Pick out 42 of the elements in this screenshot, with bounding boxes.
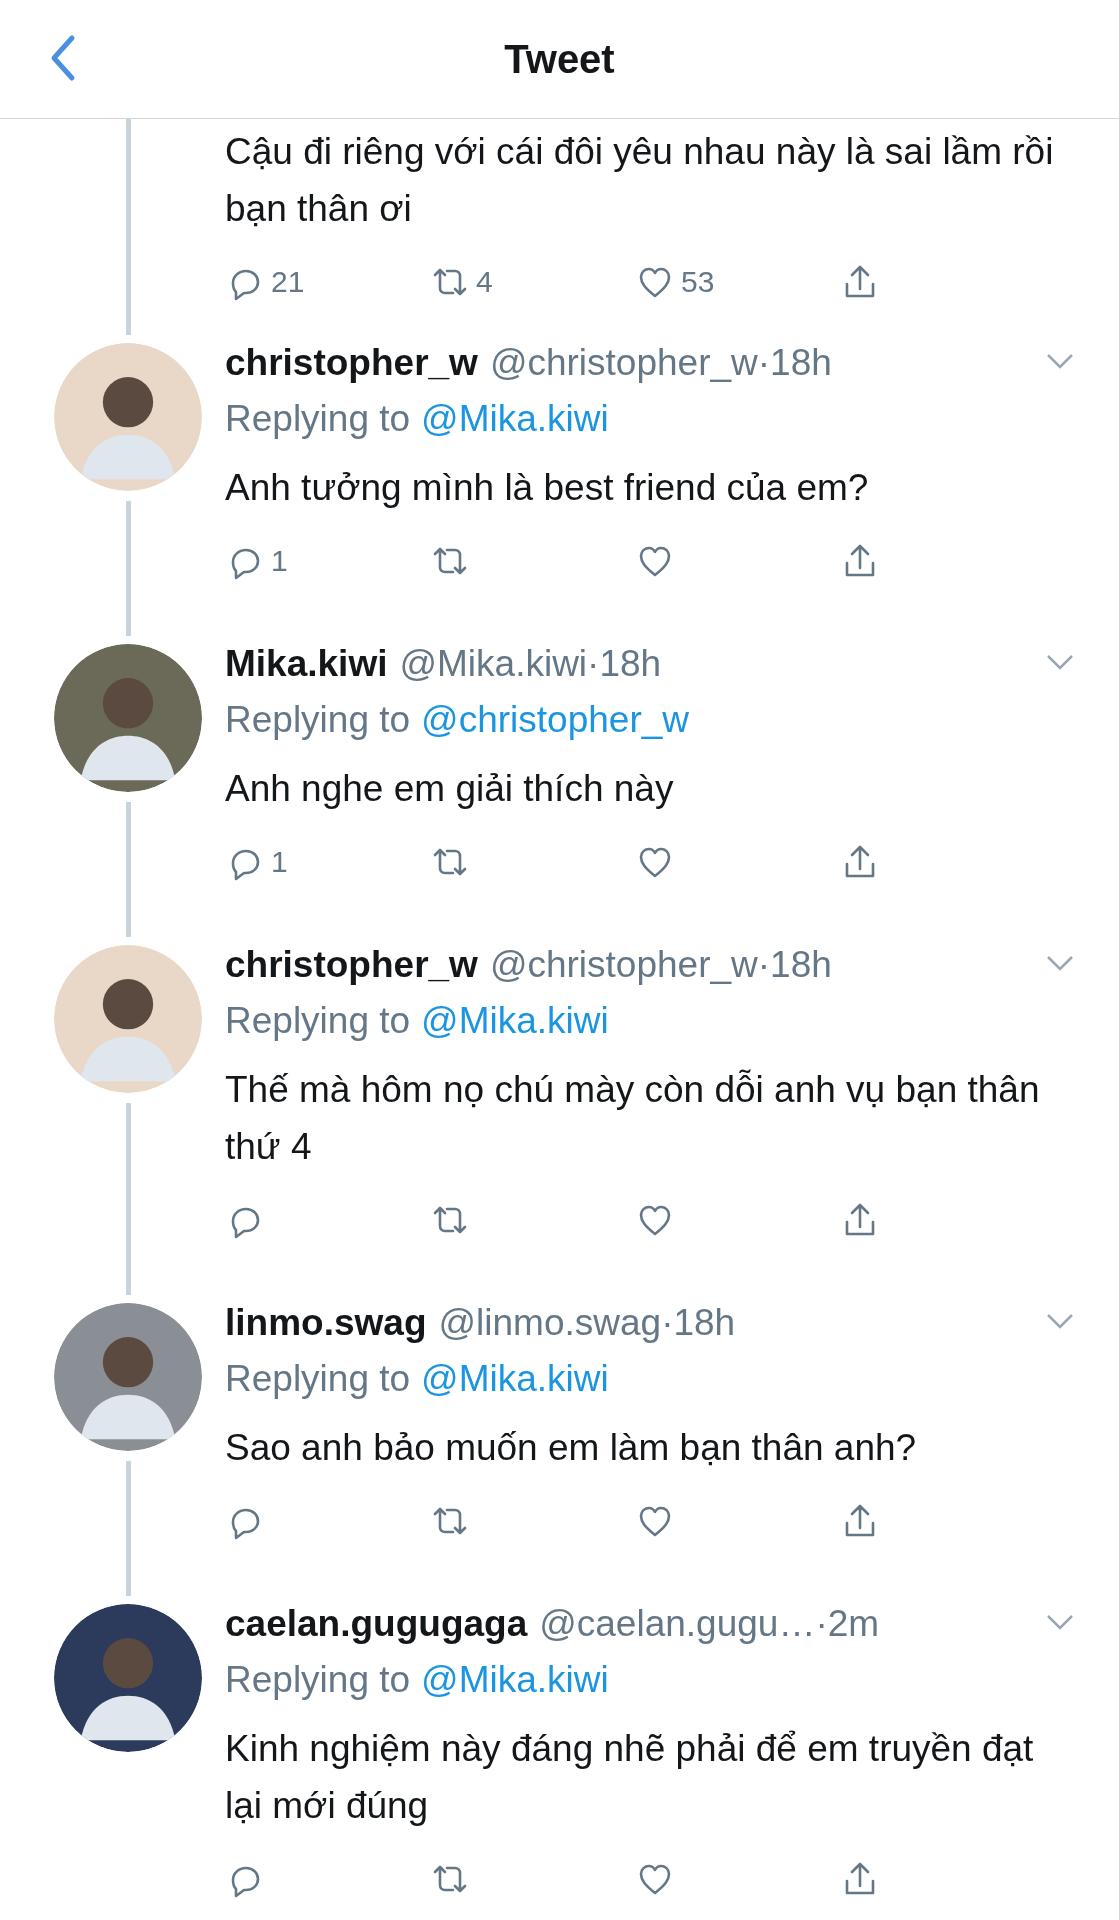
reply-count: 21	[271, 265, 305, 299]
avatar[interactable]	[54, 343, 202, 491]
tweet-text: Anh nghe em giải thích này	[225, 767, 675, 811]
reply-count: 1	[271, 845, 288, 879]
user-handle: @linmo.swag	[438, 1302, 662, 1344]
tweet-text: Sao anh bảo muốn em làm bạn thân anh?	[225, 1426, 918, 1470]
avatar[interactable]	[54, 1303, 202, 1451]
timestamp: ·2m	[815, 1603, 880, 1645]
timestamp: ·18h	[661, 1302, 736, 1344]
replying-label: Replying to	[225, 699, 411, 740]
tweet-text: Anh tưởng mình là best friend của em?	[225, 466, 870, 510]
retweet-count: 4	[476, 265, 493, 299]
chevron-down-icon[interactable]	[1045, 953, 1075, 973]
user-handle: @christopher_w	[489, 944, 758, 986]
timestamp: ·18h	[757, 944, 832, 986]
user-handle: @christopher_w	[489, 342, 758, 384]
user-name[interactable]: linmo.swag	[225, 1302, 427, 1344]
user-name[interactable]: caelan.gugugaga	[225, 1603, 528, 1645]
tweet-text: Cậu đi riêng với cái đôi yêu nhau này là sai lầm rồi bạn thân ơi	[225, 130, 1055, 231]
reply-count: 1	[271, 544, 288, 578]
tweet-text: Kinh nghiệm này đáng nhẽ phải để em truyền đạt lại mới đúng	[225, 1727, 1035, 1828]
chevron-down-icon[interactable]	[1045, 1311, 1075, 1331]
timestamp: ·18h	[587, 643, 662, 685]
user-handle: @Mika.kiwi	[399, 643, 588, 685]
like-count: 53	[681, 265, 715, 299]
user-handle: @caelan.gugu…	[539, 1603, 816, 1645]
screen-title: Tweet	[504, 36, 615, 82]
timestamp: ·18h	[757, 342, 832, 384]
replying-label: Replying to	[225, 1000, 411, 1041]
chevron-down-icon[interactable]	[1045, 652, 1075, 672]
avatar[interactable]	[54, 644, 202, 792]
avatar[interactable]	[54, 1604, 202, 1752]
chevron-down-icon[interactable]	[1045, 351, 1075, 371]
tweet-text: Thế mà hôm nọ chú mày còn dỗi anh vụ bạn thân thứ 4	[225, 1068, 1041, 1169]
user-name[interactable]: christopher_w	[225, 944, 478, 986]
replying-label: Replying to	[225, 398, 411, 439]
user-name[interactable]: Mika.kiwi	[225, 643, 388, 685]
avatar[interactable]	[54, 945, 202, 1093]
replying-label: Replying to	[225, 1659, 411, 1700]
replying-label: Replying to	[225, 1358, 411, 1399]
user-name[interactable]: christopher_w	[225, 342, 478, 384]
chevron-down-icon[interactable]	[1045, 1612, 1075, 1632]
